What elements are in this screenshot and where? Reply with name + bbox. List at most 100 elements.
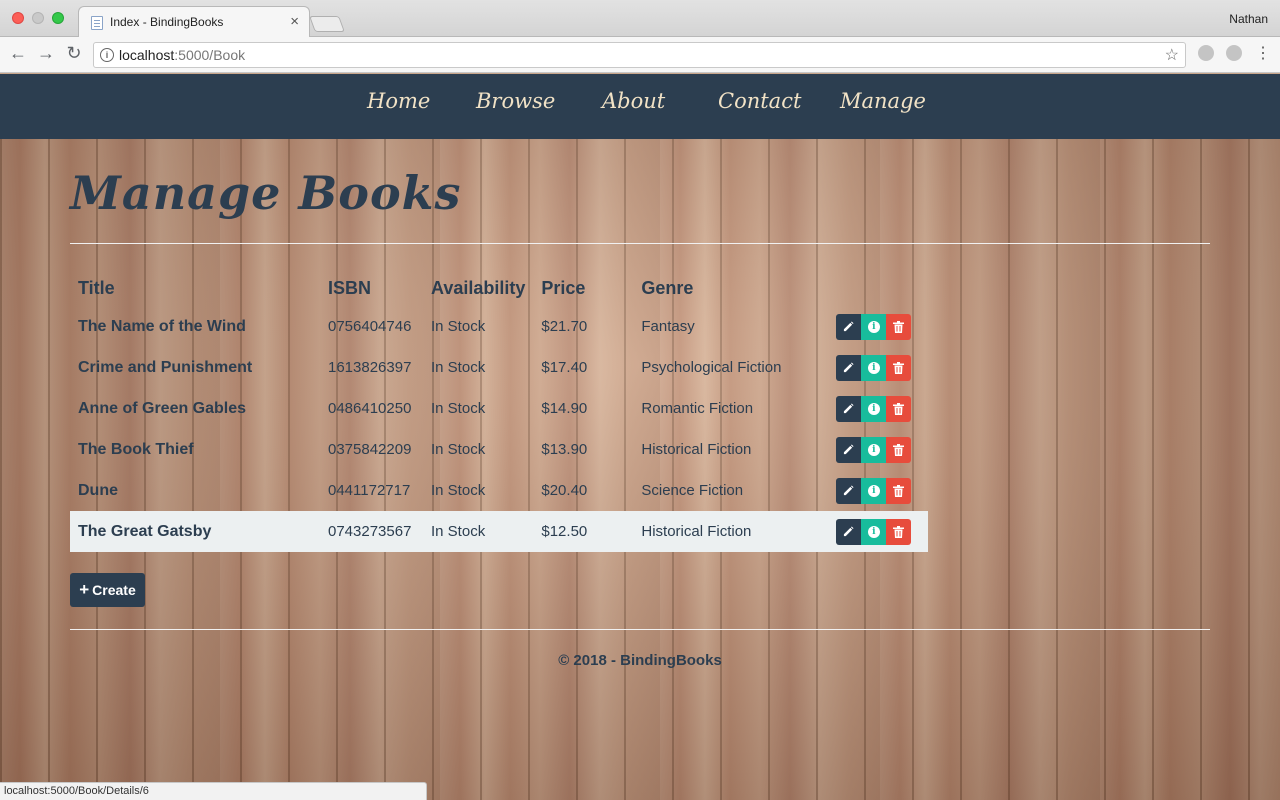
pencil-icon <box>844 444 854 455</box>
header-availability: Availability <box>431 277 526 298</box>
nav-manage[interactable]: Manage <box>840 89 926 113</box>
trash-icon <box>893 320 905 333</box>
row-actions: i <box>836 477 912 504</box>
cell-actions: i <box>828 388 928 429</box>
cell-price: $17.40 <box>541 359 588 376</box>
cell-title: Dune <box>78 481 118 499</box>
cell-isbn: 0375842209 <box>328 441 412 458</box>
reload-icon[interactable]: ↻ <box>64 43 84 64</box>
info-icon: i <box>867 320 880 333</box>
pencil-icon <box>844 526 854 537</box>
create-button[interactable]: + Create <box>70 573 145 607</box>
profile-name[interactable]: Nathan <box>1229 12 1268 26</box>
browser-toolbar: ← → ↻ i localhost:5000/Book ☆ ⋮ <box>0 37 1280 73</box>
header-isbn: ISBN <box>328 277 372 298</box>
page-viewport: Home Browse About Contact Manage Manage … <box>0 74 1280 800</box>
cell-availability: In Stock <box>431 400 486 417</box>
details-button[interactable]: i <box>861 436 887 463</box>
browser-menu-icon[interactable]: ⋮ <box>1255 43 1271 63</box>
delete-button[interactable] <box>886 477 912 504</box>
address-bar[interactable]: i localhost:5000/Book ☆ <box>93 42 1186 68</box>
page-title: Manage Books <box>70 166 462 220</box>
nav-home[interactable]: Home <box>367 89 430 113</box>
info-icon: i <box>867 443 880 456</box>
row-actions: i <box>836 395 912 422</box>
nav-contact[interactable]: Contact <box>718 89 801 113</box>
table-row: The Name of the Wind 0756404746 In Stock $2… <box>70 306 928 347</box>
cell-isbn: 0486410250 <box>328 400 412 417</box>
delete-button[interactable] <box>886 354 912 381</box>
edit-button[interactable] <box>836 354 862 381</box>
cell-actions: i <box>828 511 929 552</box>
window-minimize-button[interactable] <box>32 12 44 24</box>
trash-icon <box>893 443 905 456</box>
bookmark-star-icon[interactable]: ☆ <box>1165 45 1179 65</box>
details-button[interactable]: i <box>861 313 887 340</box>
delete-button[interactable] <box>886 395 912 422</box>
edit-button[interactable] <box>836 518 862 545</box>
cell-title: Anne of Green Gables <box>78 399 247 417</box>
books-table: Title ISBN Availability Price Genre The … <box>70 264 929 552</box>
table-header-row: Title ISBN Availability Price Genre <box>70 264 928 306</box>
header-genre: Genre <box>641 277 694 298</box>
row-actions: i <box>836 436 912 463</box>
window-close-button[interactable] <box>12 12 24 24</box>
cell-availability: In Stock <box>431 318 486 335</box>
row-actions: i <box>836 313 912 340</box>
cell-title: The Name of the Wind <box>78 317 246 335</box>
browser-titlebar: Index - BindingBooks × Nathan <box>0 0 1280 38</box>
cell-availability: In Stock <box>423 511 534 552</box>
url-text: localhost:5000/Book <box>119 47 246 63</box>
delete-button[interactable] <box>886 436 912 463</box>
trash-icon <box>893 484 905 497</box>
extension-cloud-icon[interactable] <box>1198 45 1214 61</box>
tab-title: Index - BindingBooks <box>110 15 224 29</box>
cell-genre: Psychological Fiction <box>641 359 782 376</box>
site-navbar: Home Browse About Contact Manage <box>0 74 1280 139</box>
table-row: The Great Gatsby 0743273567 In Stock $12.50… <box>70 511 929 552</box>
divider <box>70 243 1210 244</box>
info-icon: i <box>867 525 880 538</box>
table-row: Crime and Punishment 1613826397 In Stock $1… <box>70 347 928 388</box>
details-button[interactable]: i <box>861 518 887 545</box>
trash-icon <box>893 361 905 374</box>
details-button[interactable]: i <box>861 395 887 422</box>
page-favicon-icon <box>91 16 103 30</box>
table-row: Anne of Green Gables 0486410250 In Stock $1… <box>70 388 928 429</box>
forward-arrow-icon[interactable]: → <box>36 43 56 64</box>
delete-button[interactable] <box>886 518 912 545</box>
main-content: Manage Books Title ISBN Availability Pri… <box>0 74 1280 800</box>
header-actions <box>828 264 928 306</box>
cell-genre: Fantasy <box>641 318 695 335</box>
cell-title: The Great Gatsby <box>70 511 320 552</box>
cell-availability: In Stock <box>431 482 486 499</box>
delete-button[interactable] <box>886 313 912 340</box>
cell-actions: i <box>828 347 928 388</box>
cell-price: $12.50 <box>533 511 634 552</box>
cell-availability: In Stock <box>431 441 486 458</box>
details-button[interactable]: i <box>861 477 887 504</box>
nav-about[interactable]: About <box>602 89 665 113</box>
edit-button[interactable] <box>836 395 862 422</box>
nav-browse[interactable]: Browse <box>476 89 555 113</box>
extension-skype-icon[interactable] <box>1226 45 1242 61</box>
cell-isbn: 1613826397 <box>328 359 412 376</box>
back-arrow-icon[interactable]: ← <box>8 43 28 64</box>
window-maximize-button[interactable] <box>52 12 64 24</box>
divider <box>70 629 1210 630</box>
table-row: The Book Thief 0375842209 In Stock $13.90 Hi… <box>70 429 928 470</box>
edit-button[interactable] <box>836 313 862 340</box>
tab-close-icon[interactable]: × <box>290 13 299 30</box>
cell-actions: i <box>828 470 928 511</box>
pencil-icon <box>844 403 854 414</box>
cell-isbn: 0441172717 <box>328 482 411 499</box>
details-button[interactable]: i <box>861 354 887 381</box>
site-info-icon[interactable]: i <box>100 48 114 62</box>
cell-price: $14.90 <box>541 400 588 417</box>
edit-button[interactable] <box>836 477 862 504</box>
cell-price: $21.70 <box>541 318 588 335</box>
cell-price: $13.90 <box>541 441 588 458</box>
browser-tab[interactable]: Index - BindingBooks × <box>78 6 310 38</box>
new-tab-button[interactable] <box>309 16 345 32</box>
edit-button[interactable] <box>836 436 862 463</box>
